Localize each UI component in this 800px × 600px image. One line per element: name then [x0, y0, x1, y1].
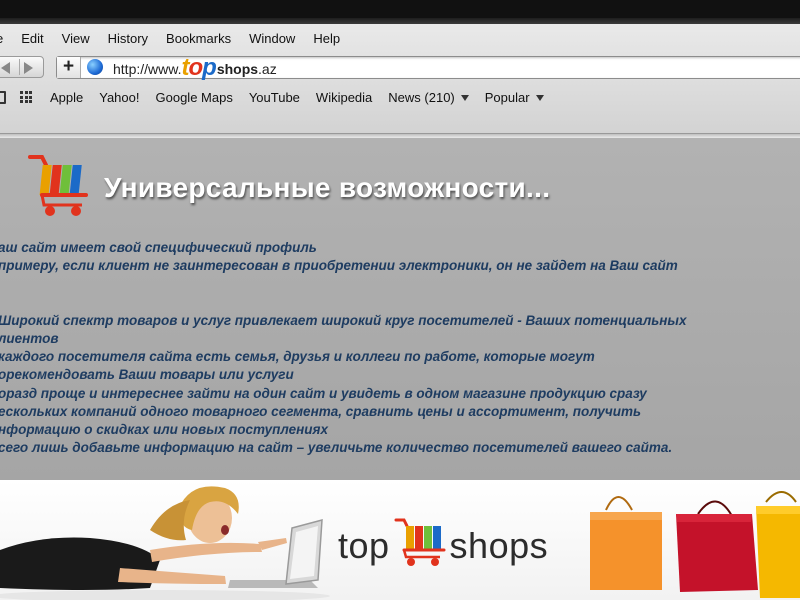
- url-brand: top: [181, 56, 216, 80]
- bookmarks-book-icon[interactable]: [0, 90, 6, 104]
- top-sites-grid-icon[interactable]: [20, 91, 34, 103]
- plus-icon[interactable]: +: [57, 57, 81, 78]
- woman-with-laptop-image: [0, 486, 330, 600]
- body-line: ескольких компаний одного товарного сегм…: [0, 404, 642, 419]
- menu-window[interactable]: Window: [249, 31, 295, 46]
- content-panel: Универсальные возможности... аш сайт име…: [0, 138, 800, 480]
- globe-icon: [87, 59, 103, 75]
- bookmark-google-maps[interactable]: Google Maps: [156, 90, 233, 105]
- body-line: примеру, если клиент не заинтересован в …: [0, 258, 678, 273]
- menu-view[interactable]: View: [62, 31, 90, 46]
- shopping-cart-icon: [28, 155, 88, 216]
- forward-arrow-icon[interactable]: [24, 62, 33, 74]
- logo-top-text: top: [338, 525, 390, 566]
- url-shops: shops: [216, 61, 259, 77]
- menu-bar: e Edit View History Bookmarks Window Hel…: [0, 24, 800, 52]
- body-line: каждого посетителя сайта есть семья, дру…: [0, 349, 595, 364]
- screen: e Edit View History Bookmarks Window Hel…: [0, 0, 800, 600]
- body-line: лиентов: [0, 331, 59, 346]
- url-text[interactable]: http://www. top shops .az: [113, 56, 277, 80]
- topshops-logo: top shops: [338, 518, 549, 572]
- logo-shops-text: shops: [449, 525, 549, 566]
- bookmark-news-label: News (210): [388, 89, 455, 105]
- bookmark-popular-folder[interactable]: Popular: [485, 90, 544, 105]
- menu-file[interactable]: e: [0, 31, 3, 46]
- bookmarks-bar: Apple Yahoo! Google Maps YouTube Wikiped…: [0, 84, 800, 110]
- url-brand-o: o: [188, 54, 203, 81]
- shopping-cart-icon: [394, 518, 446, 566]
- body-line: орекомендовать Ваши товары или услуги: [0, 367, 294, 382]
- body-line: оразд проще и интереснее зайти на один с…: [0, 386, 647, 401]
- bookmark-news-folder[interactable]: News (210): [388, 89, 469, 105]
- bottom-banner: top shops: [0, 480, 800, 600]
- menu-history[interactable]: History: [108, 31, 148, 46]
- body-line: нформацию о скидках или новых поступлени…: [0, 422, 329, 437]
- url-tld: .az: [258, 61, 277, 77]
- shopping-bags-image: [590, 491, 800, 598]
- body-line: аш сайт имеет свой специфический профиль: [0, 240, 317, 255]
- nav-divider: [19, 59, 20, 75]
- slide-headline: Универсальные возможности...: [104, 172, 551, 203]
- body-line: Широкий спектр товаров и услуг привлекае…: [0, 313, 687, 328]
- bookmark-apple[interactable]: Apple: [50, 90, 83, 105]
- menu-help[interactable]: Help: [313, 31, 340, 46]
- url-prefix: http://www.: [113, 61, 182, 77]
- address-bar[interactable]: + http://www. top shops .az: [56, 56, 800, 80]
- navigation-toolbar: + http://www. top shops .az: [0, 54, 800, 82]
- dropdown-caret-icon: [535, 95, 544, 102]
- back-forward-buttons[interactable]: [0, 56, 44, 78]
- browser-chrome: e Edit View History Bookmarks Window Hel…: [0, 24, 800, 134]
- bookmark-youtube[interactable]: YouTube: [249, 90, 300, 105]
- dropdown-caret-icon: [460, 95, 469, 102]
- back-arrow-icon[interactable]: [1, 62, 10, 74]
- bookmark-wikipedia[interactable]: Wikipedia: [316, 90, 372, 105]
- bookmark-popular-label: Popular: [484, 89, 530, 105]
- body-line: сего лишь добавьте информацию на сайт – …: [0, 440, 673, 455]
- url-brand-p: p: [202, 54, 217, 81]
- menu-bookmarks[interactable]: Bookmarks: [166, 31, 231, 46]
- menu-edit[interactable]: Edit: [21, 31, 43, 46]
- bookmark-yahoo[interactable]: Yahoo!: [99, 90, 139, 105]
